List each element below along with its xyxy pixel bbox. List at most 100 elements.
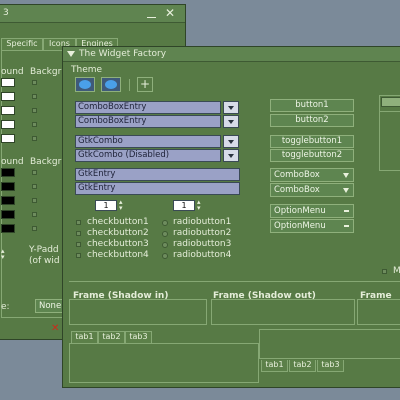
bg-checkbox-2[interactable] — [32, 94, 37, 99]
chevron-down-icon — [343, 173, 349, 178]
bg2-checkbox-4[interactable] — [32, 212, 37, 217]
gtk-entry-1[interactable]: GtkEntry — [75, 168, 240, 181]
radiobutton-2-dot[interactable] — [162, 231, 168, 237]
color-swatch-dark-3[interactable] — [1, 196, 15, 205]
spin-button-1[interactable]: 1 — [95, 200, 117, 211]
color-swatch-fg-1[interactable] — [1, 78, 15, 87]
back-tab-specific[interactable]: Specific — [1, 38, 43, 50]
checkbutton-3-label[interactable]: checkbutton3 — [87, 239, 149, 249]
bg2-checkbox-5[interactable] — [32, 226, 37, 231]
color-swatch-fg-5[interactable] — [1, 134, 15, 143]
togglebutton-1[interactable]: togglebutton1 — [270, 135, 354, 148]
frame-cut — [357, 299, 400, 325]
notebook-bottom-tab-2[interactable]: tab2 — [289, 360, 316, 372]
combobox-2-label: ComboBox — [274, 185, 320, 195]
notebook-bottom-tab-3[interactable]: tab3 — [317, 360, 344, 372]
button-2[interactable]: button2 — [270, 114, 354, 127]
bg2-checkbox-3[interactable] — [32, 198, 37, 203]
gtk-combo-disabled: GtkCombo (Disabled) — [75, 149, 221, 162]
column-header-foreground: ound — [1, 67, 24, 77]
color-swatch-dark-1[interactable] — [1, 168, 15, 177]
combo-box-entry-1[interactable]: ComboBoxEntry — [75, 101, 221, 114]
optionmenu-2[interactable]: OptionMenu — [270, 219, 354, 233]
chevron-down-icon — [343, 188, 349, 193]
y-padding-sublabel: (of wid — [29, 256, 60, 266]
notebook-top-page — [69, 343, 259, 383]
notebook-top-tab-3[interactable]: tab3 — [125, 331, 152, 343]
bg-checkbox-3[interactable] — [32, 108, 37, 113]
back-window-titlebar: 3 ✕ — [0, 5, 185, 23]
color-swatch-fg-2[interactable] — [1, 92, 15, 101]
toolbar-separator — [129, 79, 130, 91]
checkbutton-1-box[interactable] — [76, 220, 81, 225]
arrow-left-icon — [79, 80, 91, 89]
toolbar-back-button[interactable] — [75, 77, 95, 92]
toolbar-add-button[interactable]: + — [137, 77, 153, 92]
radiobutton-4-dot[interactable] — [162, 253, 168, 259]
spin-arrows-icon[interactable]: ▴ ▾ — [1, 248, 9, 261]
radiobutton-1-dot[interactable] — [162, 220, 168, 226]
frame-shadow-out — [211, 299, 355, 325]
right-panel-separator — [379, 111, 400, 112]
button-1[interactable]: button1 — [270, 99, 354, 112]
option-indicator-icon — [344, 210, 349, 212]
radiobutton-4-label[interactable]: radiobutton4 — [173, 250, 231, 260]
radiobutton-1-label[interactable]: radiobutton1 — [173, 217, 231, 227]
plus-icon: + — [139, 77, 151, 91]
right-checkbox[interactable] — [382, 269, 387, 274]
close-icon[interactable]: ✕ — [165, 7, 177, 19]
color-swatch-fg-3[interactable] — [1, 106, 15, 115]
checkbutton-3-box[interactable] — [76, 242, 81, 247]
spin-button-1-arrows-icon[interactable]: ▴ ▾ — [119, 199, 127, 212]
bg-checkbox-1[interactable] — [32, 80, 37, 85]
right-panel-scale-slider[interactable] — [381, 97, 400, 107]
notebook-bottom-tab-1[interactable]: tab1 — [261, 360, 288, 372]
checkbutton-4-box[interactable] — [76, 253, 81, 258]
color-swatch-fg-4[interactable] — [1, 120, 15, 129]
radiobutton-3-label[interactable]: radiobutton3 — [173, 239, 231, 249]
color-swatch-dark-4[interactable] — [1, 210, 15, 219]
checkbutton-1-label[interactable]: checkbutton1 — [87, 217, 149, 227]
chevron-down-icon — [228, 154, 234, 158]
bg2-checkbox-2[interactable] — [32, 184, 37, 189]
color-swatch-dark-5[interactable] — [1, 224, 15, 233]
chevron-down-icon — [228, 120, 234, 124]
theme-menu[interactable]: Theme — [71, 65, 102, 75]
chevron-down-icon — [228, 140, 234, 144]
checkbutton-2-box[interactable] — [76, 231, 81, 236]
front-window: The Widget Factory Theme + ComboBoxEntry… — [62, 46, 400, 388]
right-checkbox-label[interactable]: M — [393, 266, 400, 276]
bottom-field-label: e: — [1, 302, 10, 312]
optionmenu-1[interactable]: OptionMenu — [270, 204, 354, 218]
combobox-2[interactable]: ComboBox — [270, 183, 354, 197]
combo-box-entry-2[interactable]: ComboBoxEntry — [75, 115, 221, 128]
checkbutton-4-label[interactable]: checkbutton4 — [87, 250, 149, 260]
spin-button-2-arrows-icon[interactable]: ▴ ▾ — [197, 199, 205, 212]
radiobutton-2-label[interactable]: radiobutton2 — [173, 228, 231, 238]
minimize-icon[interactable] — [147, 10, 156, 18]
notebook-top-tab-2[interactable]: tab2 — [98, 331, 125, 343]
gtk-combo-dropdown[interactable] — [223, 135, 239, 148]
radiobutton-3-dot[interactable] — [162, 242, 168, 248]
togglebutton-2[interactable]: togglebutton2 — [270, 149, 354, 162]
gtk-combo[interactable]: GtkCombo — [75, 135, 221, 148]
frame-shadow-in — [69, 299, 207, 325]
bg-checkbox-4[interactable] — [32, 122, 37, 127]
bg-checkbox-5[interactable] — [32, 136, 37, 141]
gtk-entry-2[interactable]: GtkEntry — [75, 182, 240, 195]
window-menu-icon[interactable] — [67, 51, 75, 57]
y-padding-label: Y-Padd — [29, 245, 59, 255]
combo-box-entry-2-dropdown[interactable] — [223, 115, 239, 128]
bg2-checkbox-1[interactable] — [32, 170, 37, 175]
chevron-down-icon — [228, 106, 234, 110]
combo-box-entry-1-dropdown[interactable] — [223, 101, 239, 114]
back-window-title: 3 — [3, 8, 9, 18]
column-header-foreground-2: ound — [1, 157, 24, 167]
toolbar-forward-button[interactable] — [101, 77, 121, 92]
spin-button-2[interactable]: 1 — [173, 200, 195, 211]
color-swatch-dark-2[interactable] — [1, 182, 15, 191]
combobox-1-label: ComboBox — [274, 170, 320, 180]
checkbutton-2-label[interactable]: checkbutton2 — [87, 228, 149, 238]
notebook-top-tab-1[interactable]: tab1 — [71, 331, 98, 343]
combobox-1[interactable]: ComboBox — [270, 168, 354, 182]
